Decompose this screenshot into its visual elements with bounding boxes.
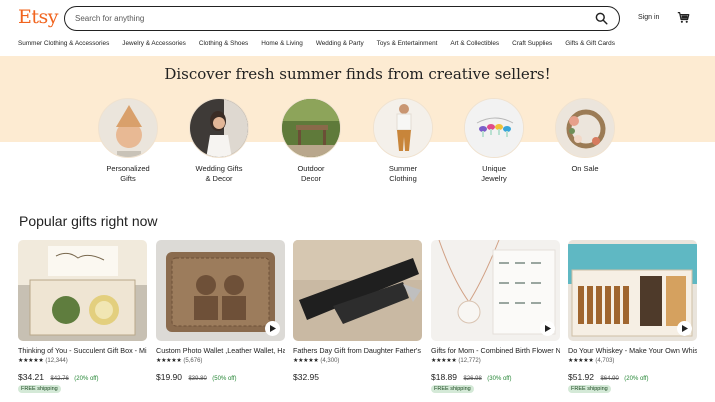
- circle-outdoor-decor[interactable]: Outdoor Decor: [271, 98, 351, 184]
- product-rating: ★★★★★ (4,703): [568, 356, 697, 365]
- play-video-icon[interactable]: [677, 321, 692, 336]
- category-home-living[interactable]: Home & Living: [261, 40, 303, 50]
- search-bar[interactable]: [64, 6, 620, 31]
- category-toys[interactable]: Toys & Entertainment: [377, 40, 438, 50]
- discount: (20% off): [74, 376, 99, 382]
- price: $51.92: [568, 372, 594, 382]
- free-shipping-badge: FREE shipping: [568, 385, 611, 393]
- price-row: $18.89 $26.98 (30% off): [431, 367, 560, 382]
- category-nav: Summer Clothing & Accessories Jewelry & …: [18, 40, 628, 50]
- product-image[interactable]: [156, 240, 285, 341]
- price-row: $32.95: [293, 367, 422, 382]
- circle-unique-jewelry[interactable]: Unique Jewelry: [454, 98, 534, 184]
- price-row: $19.90 $39.80 (50% off): [156, 367, 285, 382]
- personalized-gifts-image: [98, 98, 158, 158]
- circle-label: Unique Jewelry: [481, 164, 507, 183]
- banner-title: Discover fresh summer finds from creativ…: [164, 65, 551, 83]
- product-image[interactable]: [293, 240, 422, 341]
- product-image[interactable]: [568, 240, 697, 341]
- product-rating: ★★★★★ (12,772): [431, 356, 560, 365]
- product-image[interactable]: [18, 240, 147, 341]
- product-image[interactable]: [431, 240, 560, 341]
- review-count: (12,344): [45, 357, 68, 364]
- sign-in-link[interactable]: Sign in: [638, 14, 659, 21]
- circle-label: Summer Clothing: [388, 164, 418, 183]
- product-rating: ★★★★★ (5,676): [156, 356, 285, 365]
- product-title[interactable]: Gifts for Mom - Combined Birth Flower Ne…: [431, 346, 560, 356]
- free-shipping-badge: FREE shipping: [18, 385, 61, 393]
- product-card[interactable]: Gifts for Mom - Combined Birth Flower Ne…: [431, 240, 560, 395]
- review-count: (4,300): [320, 357, 340, 364]
- circle-label: Outdoor Decor: [297, 164, 325, 183]
- review-count: (5,676): [183, 357, 203, 364]
- search-icon[interactable]: [595, 12, 608, 25]
- category-art[interactable]: Art & Collectibles: [450, 40, 499, 50]
- unique-jewelry-image: [464, 98, 524, 158]
- product-rating: ★★★★★ (12,344): [18, 356, 147, 365]
- price: $32.95: [293, 372, 319, 382]
- cart-icon[interactable]: [677, 11, 690, 24]
- circle-wedding-gifts[interactable]: Wedding Gifts & Decor: [179, 98, 259, 184]
- product-title[interactable]: Thinking of You - Succulent Gift Box - M…: [18, 346, 147, 356]
- product-card[interactable]: Custom Photo Wallet ,Leather Wallet, Han…: [156, 240, 285, 382]
- wedding-gifts-image: [189, 98, 249, 158]
- original-price: $64.90: [600, 376, 619, 382]
- star-rating-icon: ★★★★★: [431, 358, 457, 364]
- etsy-logo[interactable]: Etsy: [18, 6, 59, 28]
- play-video-icon[interactable]: [540, 321, 555, 336]
- star-rating-icon: ★★★★★: [568, 358, 594, 364]
- circle-personalized-gifts[interactable]: Personalized Gifts: [88, 98, 168, 184]
- product-title[interactable]: Do Your Whiskey - Make Your Own Whiskey …: [568, 346, 697, 356]
- product-title[interactable]: Fathers Day Gift from Daughter Father's …: [293, 346, 422, 356]
- site-header: Etsy Sign in: [0, 0, 715, 36]
- star-rating-icon: ★★★★★: [18, 358, 44, 364]
- circle-label: Personalized Gifts: [106, 164, 150, 183]
- price: $19.90: [156, 372, 182, 382]
- price: $18.89: [431, 372, 457, 382]
- circle-on-sale[interactable]: On Sale: [545, 98, 625, 174]
- original-price: $39.80: [188, 376, 207, 382]
- review-count: (12,772): [458, 357, 481, 364]
- circle-label: Wedding Gifts & Decor: [195, 164, 243, 183]
- star-rating-icon: ★★★★★: [156, 358, 182, 364]
- search-input[interactable]: [75, 11, 575, 26]
- summer-clothing-image: [373, 98, 433, 158]
- original-price: $26.98: [463, 376, 482, 382]
- star-rating-icon: ★★★★★: [293, 358, 319, 364]
- product-card[interactable]: Do Your Whiskey - Make Your Own Whiskey …: [568, 240, 697, 395]
- product-card[interactable]: Thinking of You - Succulent Gift Box - M…: [18, 240, 147, 395]
- play-video-icon[interactable]: [265, 321, 280, 336]
- category-jewelry[interactable]: Jewelry & Accessories: [122, 40, 186, 50]
- discount: (20% off): [624, 376, 649, 382]
- price-row: $34.21 $42.76 (20% off): [18, 367, 147, 382]
- category-gifts[interactable]: Gifts & Gift Cards: [565, 40, 615, 50]
- discount: (30% off): [487, 376, 512, 382]
- category-craft[interactable]: Craft Supplies: [512, 40, 552, 50]
- outdoor-decor-image: [281, 98, 341, 158]
- category-summer-clothing[interactable]: Summer Clothing & Accessories: [18, 40, 109, 50]
- category-wedding-party[interactable]: Wedding & Party: [316, 40, 364, 50]
- product-card[interactable]: Fathers Day Gift from Daughter Father's …: [293, 240, 422, 382]
- price: $34.21: [18, 372, 44, 382]
- price-row: $51.92 $64.90 (20% off): [568, 367, 697, 382]
- original-price: $42.76: [50, 376, 69, 382]
- free-shipping-badge: FREE shipping: [431, 385, 474, 393]
- discount: (50% off): [212, 376, 237, 382]
- on-sale-image: [555, 98, 615, 158]
- category-clothing-shoes[interactable]: Clothing & Shoes: [199, 40, 248, 50]
- circle-label: On Sale: [571, 164, 599, 173]
- product-title[interactable]: Custom Photo Wallet ,Leather Wallet, Han…: [156, 346, 285, 356]
- review-count: (4,703): [595, 357, 615, 364]
- product-rating: ★★★★★ (4,300): [293, 356, 422, 365]
- section-title: Popular gifts right now: [19, 213, 158, 229]
- circle-summer-clothing[interactable]: Summer Clothing: [363, 98, 443, 184]
